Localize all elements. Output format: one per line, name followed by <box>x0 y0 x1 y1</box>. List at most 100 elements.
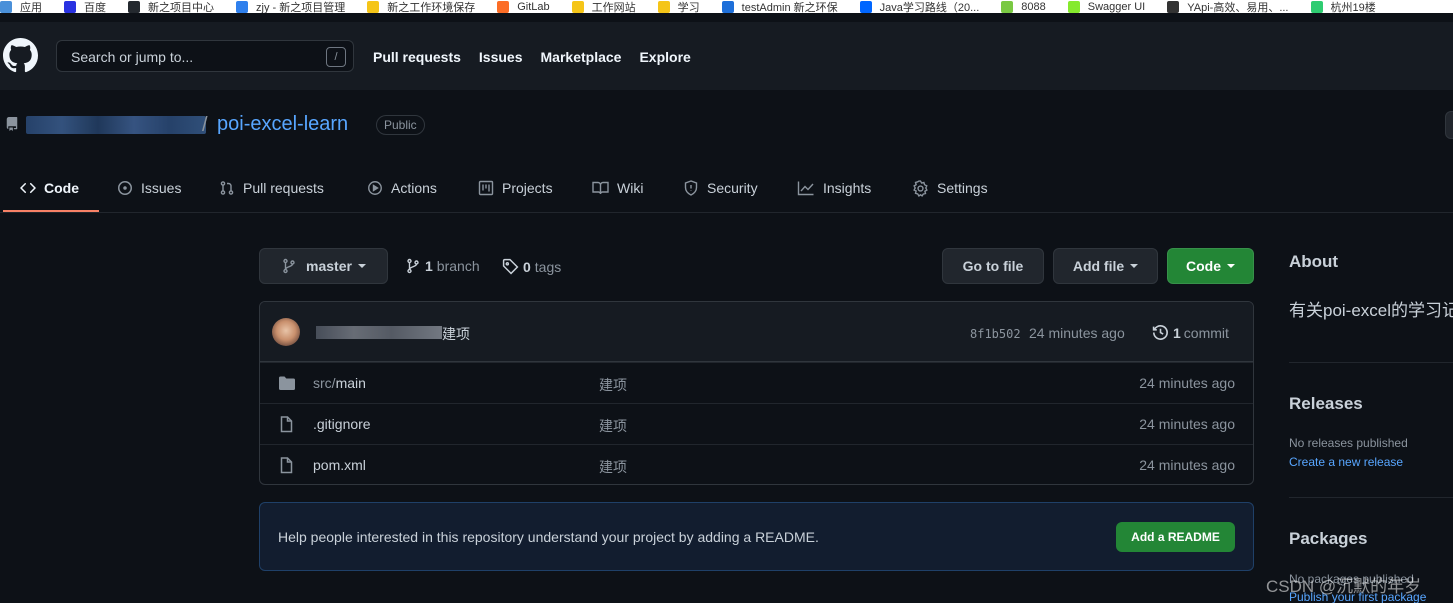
global-nav: Pull requests Issues Marketplace Explore <box>373 49 691 65</box>
path-prefix: src/ <box>313 375 336 391</box>
commit-count: 1 <box>1173 324 1181 341</box>
bookmark-item[interactable]: GitLab <box>497 0 550 13</box>
search-input[interactable]: Search or jump to... / <box>56 40 354 72</box>
watch-button-partial[interactable] <box>1445 111 1453 139</box>
tab-settings[interactable]: Settings <box>912 164 988 212</box>
tab-code[interactable]: Code <box>20 164 79 212</box>
bookmark-item[interactable]: 新之工作环境保存 <box>367 0 475 13</box>
bookmark-icon <box>657 0 670 13</box>
tab-wiki[interactable]: Wiki <box>592 164 643 212</box>
add-file-button[interactable]: Add file <box>1053 248 1158 284</box>
branches-link[interactable]: 1 branch <box>405 258 480 274</box>
file-name[interactable]: src/main <box>313 375 366 391</box>
bookmark-icon <box>0 0 12 13</box>
bookmark-icon <box>721 0 734 13</box>
tags-link[interactable]: 0 tags <box>502 258 561 275</box>
commit-author-redacted[interactable] <box>316 326 442 339</box>
branch-select-button[interactable]: master <box>259 248 388 284</box>
branch-name: master <box>306 258 352 274</box>
bookmark-item[interactable]: zjy - 新之项目管理 <box>236 0 345 13</box>
bookmark-item[interactable]: Swagger UI <box>1067 0 1145 13</box>
file-commit-message[interactable]: 建项 <box>599 416 627 436</box>
bookmark-item[interactable]: 新之项目中心 <box>128 0 214 13</box>
bookmark-label: YApi-高效、易用、... <box>1187 1 1289 14</box>
branch-count: 1 <box>425 258 433 274</box>
code-dropdown-button[interactable]: Code <box>1167 248 1254 284</box>
sidebar-divider <box>1289 497 1453 498</box>
bookmark-icon <box>497 0 510 13</box>
commit-history-link[interactable]: 1 commit <box>1152 324 1229 341</box>
repo-owner-redacted[interactable] <box>26 116 206 134</box>
commit-count-word: commit <box>1183 324 1229 341</box>
tab-actions[interactable]: Actions <box>367 164 437 212</box>
chevron-down-icon <box>1130 264 1139 268</box>
bookmark-item[interactable]: 应用 <box>0 0 42 13</box>
bookmark-item[interactable]: 工作网站 <box>571 0 636 14</box>
readme-prompt-banner: Help people interested in this repositor… <box>259 502 1254 571</box>
bookmark-icon <box>1067 0 1080 13</box>
about-description: 有关poi-excel的学习记 <box>1289 301 1453 320</box>
bookmark-item[interactable]: 杭州19楼 <box>1310 0 1376 13</box>
repo-name-link[interactable]: poi-excel-learn <box>217 113 348 136</box>
tab-issues[interactable]: Issues <box>117 164 181 212</box>
bookmark-item[interactable]: YApi-高效、易用、... <box>1167 0 1289 14</box>
file-row-pom[interactable]: pom.xml 建项 24 minutes ago <box>260 444 1253 484</box>
file-row-src-main[interactable]: src/main 建项 24 minutes ago <box>260 362 1253 403</box>
tab-label: Projects <box>502 180 553 196</box>
tag-word: tags <box>534 258 562 275</box>
bookmark-item[interactable]: 8088 <box>1001 0 1046 13</box>
bookmark-icon <box>128 0 140 13</box>
tab-label: Issues <box>141 180 182 196</box>
bookmark-label: 新之工作环境保存 <box>387 1 476 14</box>
github-logo-icon[interactable] <box>3 38 38 73</box>
readme-prompt-text: Help people interested in this repositor… <box>278 529 819 545</box>
tab-insights[interactable]: Insights <box>797 164 871 212</box>
nav-pull-requests[interactable]: Pull requests <box>373 49 461 65</box>
releases-heading[interactable]: Releases <box>1289 394 1363 414</box>
add-readme-button[interactable]: Add a README <box>1116 522 1235 552</box>
bookmark-label: 百度 <box>84 1 106 14</box>
file-commit-message[interactable]: 建项 <box>599 375 627 395</box>
gear-icon <box>913 179 928 197</box>
tab-label: Code <box>44 180 79 196</box>
nav-explore[interactable]: Explore <box>639 49 690 65</box>
bookmark-icon <box>859 0 872 13</box>
tab-label: Pull requests <box>243 180 324 196</box>
project-icon <box>478 180 494 196</box>
nav-issues[interactable]: Issues <box>479 49 523 65</box>
bookmark-item[interactable]: 百度 <box>64 0 106 13</box>
bookmark-item[interactable]: testAdmin 新之环保 <box>721 0 838 14</box>
file-commit-message[interactable]: 建项 <box>599 457 627 477</box>
tab-security[interactable]: Security <box>683 164 758 212</box>
file-time: 24 minutes ago <box>1139 416 1235 432</box>
packages-heading[interactable]: Packages <box>1289 529 1367 549</box>
avatar[interactable] <box>272 318 300 346</box>
branch-icon <box>407 258 419 274</box>
go-to-file-label: Go to file <box>962 258 1024 274</box>
tab-projects[interactable]: Projects <box>478 164 553 212</box>
bookmark-label: 应用 <box>20 1 42 14</box>
branch-word: branch <box>436 258 480 274</box>
search-placeholder: Search or jump to... <box>71 49 194 65</box>
bookmark-label: 工作网站 <box>591 1 636 14</box>
branch-icon <box>283 258 295 274</box>
repo-tabs: Code Issues Pull requests Actions Projec… <box>0 164 1453 213</box>
nav-marketplace[interactable]: Marketplace <box>541 49 622 65</box>
bookmark-item[interactable]: Java学习路线（20... <box>859 0 979 13</box>
play-icon <box>368 181 382 195</box>
file-name[interactable]: .gitignore <box>313 416 371 432</box>
file-time: 24 minutes ago <box>1139 375 1235 391</box>
sidebar-divider <box>1289 362 1453 363</box>
bookmark-label: testAdmin 新之环保 <box>741 1 838 14</box>
commit-time: 24 minutes ago <box>1029 325 1125 341</box>
create-release-link[interactable]: Create a new release <box>1289 455 1403 469</box>
file-name[interactable]: pom.xml <box>313 457 366 473</box>
shield-icon <box>684 180 698 196</box>
bookmark-item[interactable]: 学习 <box>657 0 700 13</box>
tab-pull-requests[interactable]: Pull requests <box>219 164 324 212</box>
folder-icon <box>279 376 295 390</box>
commit-message[interactable]: 建项 <box>442 324 470 344</box>
commit-sha[interactable]: 8f1b502 <box>970 327 1021 341</box>
go-to-file-button[interactable]: Go to file <box>942 248 1044 284</box>
file-row-gitignore[interactable]: .gitignore 建项 24 minutes ago <box>260 403 1253 444</box>
